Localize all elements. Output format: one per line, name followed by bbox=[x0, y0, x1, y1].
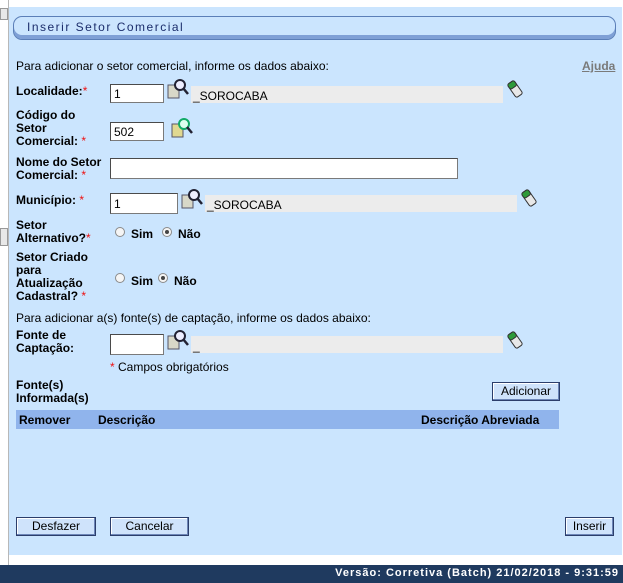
setor-alternativo-nao-radio[interactable] bbox=[162, 227, 172, 237]
search-icon[interactable] bbox=[170, 116, 194, 140]
codigo-label: Código do Setor Comercial: * bbox=[16, 108, 87, 148]
column-remover: Remover bbox=[19, 413, 71, 427]
fonte-input[interactable] bbox=[110, 334, 164, 355]
eraser-icon[interactable] bbox=[506, 330, 524, 350]
frame-resize-handle[interactable] bbox=[0, 228, 8, 246]
page-title: Inserir Setor Comercial bbox=[27, 20, 185, 34]
search-icon[interactable] bbox=[166, 328, 190, 352]
search-icon[interactable] bbox=[166, 77, 190, 101]
setor-alternativo-sim-label: Sim bbox=[131, 227, 154, 241]
codigo-input[interactable] bbox=[110, 122, 164, 141]
fonte-intro-text: Para adicionar a(s) fonte(s) de captação… bbox=[16, 311, 371, 325]
version-text: Versão: Corretiva (Batch) 21/02/2018 - 9… bbox=[335, 567, 619, 579]
localidade-input[interactable] bbox=[110, 84, 164, 103]
setor-criado-nao-radio[interactable] bbox=[158, 273, 168, 283]
eraser-icon[interactable] bbox=[520, 188, 538, 208]
help-link[interactable]: Ajuda bbox=[582, 59, 615, 73]
adicionar-button[interactable]: Adicionar bbox=[492, 382, 560, 401]
version-footer: Versão: Corretiva (Batch) 21/02/2018 - 9… bbox=[0, 565, 623, 583]
setor-criado-sim-label: Sim bbox=[131, 274, 154, 288]
setor-alternativo-nao-label: Não bbox=[178, 227, 201, 241]
intro-text: Para adicionar o setor comercial, inform… bbox=[16, 59, 329, 73]
title-bar: Inserir Setor Comercial bbox=[13, 16, 616, 40]
search-icon[interactable] bbox=[180, 187, 204, 211]
cancelar-button[interactable]: Cancelar bbox=[110, 517, 189, 536]
municipio-label: Município: * bbox=[16, 193, 85, 207]
municipio-description: _SOROCABA bbox=[205, 195, 517, 212]
setor-alternativo-sim-radio[interactable] bbox=[115, 227, 125, 237]
localidade-description: _SOROCABA bbox=[191, 86, 503, 103]
desfazer-button[interactable]: Desfazer bbox=[16, 517, 96, 536]
inserir-button[interactable]: Inserir bbox=[565, 517, 614, 536]
eraser-icon[interactable] bbox=[506, 79, 524, 99]
municipio-input[interactable] bbox=[110, 193, 178, 214]
fonte-description: _ bbox=[191, 336, 503, 353]
column-descricao-abreviada: Descrição Abreviada bbox=[421, 413, 540, 427]
nome-input[interactable] bbox=[110, 158, 458, 179]
column-descricao: Descrição bbox=[98, 413, 156, 427]
setor-alternativo-label: Setor Alternativo?* bbox=[16, 218, 91, 245]
setor-criado-nao-label: Não bbox=[174, 274, 197, 288]
setor-criado-sim-radio[interactable] bbox=[115, 273, 125, 283]
fonte-label: Fonte de Captação: bbox=[16, 328, 75, 355]
localidade-label: Localidade:* bbox=[16, 84, 88, 98]
nome-label: Nome do Setor Comercial: * bbox=[16, 155, 102, 182]
left-frame-strip bbox=[0, 0, 9, 565]
fontes-informadas-label: Fonte(s) Informada(s) bbox=[16, 378, 89, 405]
setor-criado-label: Setor Criado para Atualização Cadastral? * bbox=[16, 250, 89, 303]
frame-tab[interactable] bbox=[0, 8, 8, 20]
required-note: * Campos obrigatórios bbox=[110, 360, 229, 374]
fontes-table-header: Remover Descrição Descrição Abreviada bbox=[16, 410, 559, 429]
